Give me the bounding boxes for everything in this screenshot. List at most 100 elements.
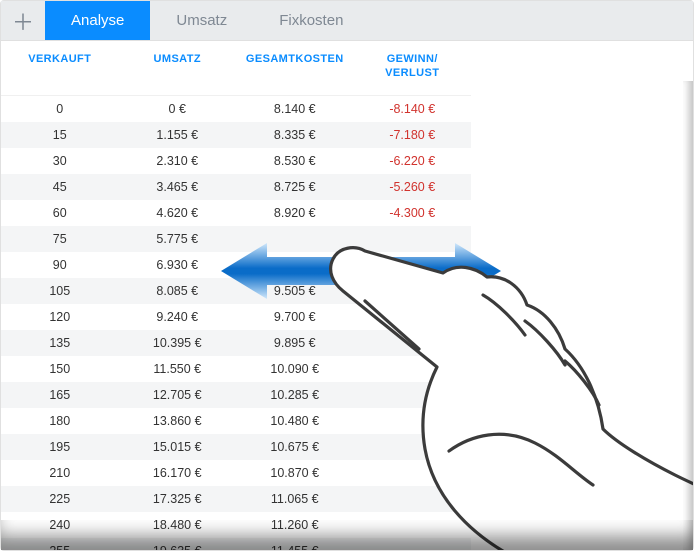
cell-gesamtkosten: 10.090 € <box>236 356 354 382</box>
cell-gewinn-verlust <box>354 226 472 252</box>
cell-gewinn-verlust <box>354 278 472 304</box>
table-row[interactable]: 18013.860 €10.480 € <box>1 408 471 434</box>
cell-gesamtkosten: 11.065 € <box>236 486 354 512</box>
cell-gewinn-verlust: -4.300 € <box>354 200 472 226</box>
cell-umsatz: 4.620 € <box>119 200 237 226</box>
col-header-verkauft: VERKAUFT <box>1 41 119 95</box>
table-row[interactable]: 604.620 €8.920 €-4.300 € <box>1 200 471 226</box>
cell-gesamtkosten: 11.455 € <box>236 538 354 551</box>
table-row[interactable]: 302.310 €8.530 €-6.220 € <box>1 148 471 174</box>
cell-gewinn-verlust <box>354 356 472 382</box>
cell-gesamtkosten: 8.335 € <box>236 122 354 148</box>
cell-verkauft: 225 <box>1 486 119 512</box>
table-row[interactable]: 24018.480 €11.260 € <box>1 512 471 538</box>
cell-umsatz: 5.775 € <box>119 226 237 252</box>
table-row[interactable]: 15011.550 €10.090 € <box>1 356 471 382</box>
cell-verkauft: 120 <box>1 304 119 330</box>
cell-verkauft: 165 <box>1 382 119 408</box>
cell-umsatz: 18.480 € <box>119 512 237 538</box>
cell-umsatz: 17.325 € <box>119 486 237 512</box>
table-row[interactable]: 1209.240 €9.700 € <box>1 304 471 330</box>
cell-verkauft: 45 <box>1 174 119 200</box>
cell-gewinn-verlust <box>354 538 472 551</box>
cell-gesamtkosten: 8.725 € <box>236 174 354 200</box>
cell-gewinn-verlust <box>354 252 472 278</box>
cell-umsatz: 3.465 € <box>119 174 237 200</box>
table-container[interactable]: VERKAUFT UMSATZ GESAMTKOSTEN GEWINN/VERL… <box>1 41 693 550</box>
cell-verkauft: 90 <box>1 252 119 278</box>
cell-gewinn-verlust <box>354 460 472 486</box>
col-header-umsatz: UMSATZ <box>119 41 237 95</box>
cell-gewinn-verlust <box>354 382 472 408</box>
cell-umsatz: 11.550 € <box>119 356 237 382</box>
cell-umsatz: 1.155 € <box>119 122 237 148</box>
cell-verkauft: 195 <box>1 434 119 460</box>
cell-umsatz: 10.395 € <box>119 330 237 356</box>
cell-umsatz: 6.930 € <box>119 252 237 278</box>
cell-gewinn-verlust <box>354 330 472 356</box>
cell-gewinn-verlust <box>354 512 472 538</box>
cell-gesamtkosten: 11.260 € <box>236 512 354 538</box>
cell-verkauft: 210 <box>1 460 119 486</box>
cell-umsatz: 13.860 € <box>119 408 237 434</box>
cell-gesamtkosten: 8.920 € <box>236 200 354 226</box>
tab-fixkosten[interactable]: Fixkosten <box>253 1 369 40</box>
table-row[interactable]: 22517.325 €11.065 € <box>1 486 471 512</box>
plus-icon: ＋ <box>12 5 34 37</box>
table-row[interactable]: 13510.395 €9.895 € <box>1 330 471 356</box>
cell-gewinn-verlust <box>354 304 472 330</box>
table-row[interactable]: 25519.635 €11.455 € <box>1 538 471 551</box>
cell-gesamtkosten: 9.310 € <box>236 252 354 278</box>
cell-verkauft: 255 <box>1 538 119 551</box>
cell-gewinn-verlust <box>354 408 472 434</box>
tab-label: Umsatz <box>176 12 227 29</box>
table-row[interactable]: 755.775 € <box>1 226 471 252</box>
table-row[interactable]: 453.465 €8.725 €-5.260 € <box>1 174 471 200</box>
cell-umsatz: 19.635 € <box>119 538 237 551</box>
cell-umsatz: 8.085 € <box>119 278 237 304</box>
cell-verkauft: 30 <box>1 148 119 174</box>
cell-gesamtkosten <box>236 226 354 252</box>
tab-analyse[interactable]: Analyse <box>45 1 150 40</box>
tab-label: Analyse <box>71 12 124 29</box>
cell-umsatz: 15.015 € <box>119 434 237 460</box>
cell-umsatz: 2.310 € <box>119 148 237 174</box>
table-row[interactable]: 906.930 €9.310 € <box>1 252 471 278</box>
table-row[interactable]: 19515.015 €10.675 € <box>1 434 471 460</box>
cell-gesamtkosten: 9.700 € <box>236 304 354 330</box>
col-header-gesamtkosten: GESAMTKOSTEN <box>236 41 354 95</box>
cell-verkauft: 105 <box>1 278 119 304</box>
table-row[interactable]: 16512.705 €10.285 € <box>1 382 471 408</box>
cell-gewinn-verlust: -8.140 € <box>354 95 472 122</box>
analysis-table: VERKAUFT UMSATZ GESAMTKOSTEN GEWINN/VERL… <box>1 41 471 550</box>
add-tab-button[interactable]: ＋ <box>1 1 45 40</box>
right-shadow <box>683 81 693 550</box>
cell-gesamtkosten: 8.530 € <box>236 148 354 174</box>
cell-gesamtkosten: 10.480 € <box>236 408 354 434</box>
cell-verkauft: 60 <box>1 200 119 226</box>
cell-umsatz: 9.240 € <box>119 304 237 330</box>
cell-verkauft: 135 <box>1 330 119 356</box>
cell-verkauft: 75 <box>1 226 119 252</box>
cell-gesamtkosten: 10.675 € <box>236 434 354 460</box>
cell-verkauft: 0 <box>1 95 119 122</box>
tab-umsatz[interactable]: Umsatz <box>150 1 253 40</box>
table-row[interactable]: 00 €8.140 €-8.140 € <box>1 95 471 122</box>
cell-umsatz: 16.170 € <box>119 460 237 486</box>
cell-gewinn-verlust <box>354 434 472 460</box>
col-header-gewinn-verlust: GEWINN/VERLUST <box>354 41 472 95</box>
cell-verkauft: 240 <box>1 512 119 538</box>
cell-gewinn-verlust: -7.180 € <box>354 122 472 148</box>
table-row[interactable]: 151.155 €8.335 €-7.180 € <box>1 122 471 148</box>
cell-gesamtkosten: 10.870 € <box>236 460 354 486</box>
cell-verkauft: 15 <box>1 122 119 148</box>
table-row[interactable]: 21016.170 €10.870 € <box>1 460 471 486</box>
tabbar: ＋ Analyse Umsatz Fixkosten <box>1 1 693 41</box>
cell-gewinn-verlust: -5.260 € <box>354 174 472 200</box>
cell-umsatz: 0 € <box>119 95 237 122</box>
tab-label: Fixkosten <box>279 12 343 29</box>
cell-verkauft: 150 <box>1 356 119 382</box>
cell-gesamtkosten: 8.140 € <box>236 95 354 122</box>
cell-verkauft: 180 <box>1 408 119 434</box>
table-row[interactable]: 1058.085 €9.505 € <box>1 278 471 304</box>
